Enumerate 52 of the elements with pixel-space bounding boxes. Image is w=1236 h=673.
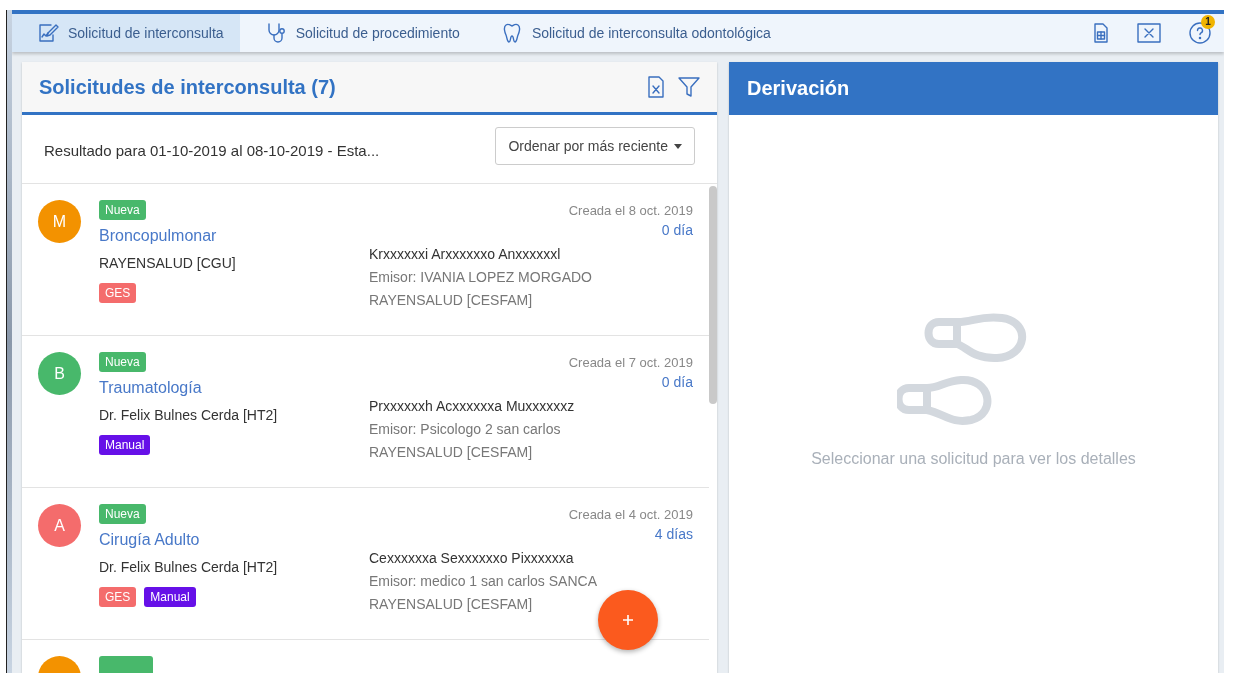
empty-state-message: Seleccionar una solicitud para ver los detalles [811, 450, 1136, 468]
sender-text: Emisor: medico 1 san carlos SANCA [369, 573, 598, 589]
panel-title: Derivación [729, 62, 1218, 115]
status-badge: Nueva [99, 200, 146, 220]
notification-badge: 1 [1201, 15, 1215, 29]
caret-icon [674, 143, 682, 149]
patient-name: Krxxxxxxi Arxxxxxxo Anxxxxxxl [369, 246, 562, 262]
sender-text: Emisor: Psicologo 2 san carlos [369, 421, 562, 437]
status-badge [99, 656, 153, 673]
filter-icon[interactable] [677, 75, 701, 99]
tab[interactable]: Solicitud de interconsulta odontológica [475, 14, 787, 52]
tag: Manual [99, 435, 151, 455]
panel-title: Solicitudes de interconsulta (7) [39, 75, 336, 99]
patient-name: Prxxxxxxh Acxxxxxxa Muxxxxxxz [369, 398, 576, 414]
avatar: M [38, 200, 81, 243]
scrollbar[interactable] [709, 186, 717, 404]
tab[interactable]: Solicitud de interconsulta [12, 14, 240, 52]
status-badge: Nueva [99, 352, 146, 372]
plus-icon [622, 614, 634, 626]
destination-text: RAYENSALUD [CGU] [99, 255, 236, 271]
close-icon[interactable] [1136, 22, 1162, 44]
specialty-link[interactable]: Traumatología [99, 379, 202, 397]
result-summary: Resultado para 01-10-2019 al 08-10-2019 - Esta... [44, 141, 380, 159]
age-text: 0 día [660, 374, 693, 390]
destination-text: Dr. Felix Bulnes Cerda [HT2] [99, 407, 278, 423]
avatar: A [38, 504, 81, 547]
created-date: Creada el 7 oct. 2019 [567, 355, 693, 370]
age-text: 0 día [660, 222, 693, 238]
origin-text: RAYENSALUD [CESFAM] [369, 292, 534, 308]
specialty-link[interactable]: Cirugía Adulto [99, 531, 200, 549]
status-badge: Nueva [99, 504, 146, 524]
tag: Manual [144, 587, 196, 607]
excel-icon[interactable] [647, 75, 665, 99]
avatar: B [38, 352, 81, 395]
sort-dropdown[interactable]: Ordenar por más reciente [495, 127, 695, 165]
patient-name: Cexxxxxxa Sexxxxxxo Pixxxxxxa [369, 550, 575, 566]
sender-text: Emisor: IVANIA LOPEZ MORGADO [369, 269, 593, 285]
document-pen-icon [36, 22, 60, 44]
age-text: 4 días [653, 526, 693, 542]
spreadsheet-icon[interactable] [1092, 22, 1110, 44]
destination-text: Dr. Felix Bulnes Cerda [HT2] [99, 559, 278, 575]
tag: GES [99, 587, 137, 607]
origin-text: RAYENSALUD [CESFAM] [369, 596, 534, 612]
origin-text: RAYENSALUD [CESFAM] [369, 444, 534, 460]
tab[interactable]: Solicitud de procedimiento [239, 14, 476, 52]
request-item[interactable]: B Nueva Traumatología Dr. Felix Bulnes Cerda [HT2] Manual Creada el 7 oct. 2019 0 día Prxxxxxxh Acxxxxxxa Muxxxxxxz Emisor: Psicologo 2 san carlos RAYENSALUD [CESFAM] [22, 336, 709, 488]
tag: GES [99, 283, 137, 303]
add-button[interactable] [598, 590, 658, 650]
created-date: Creada el 4 oct. 2019 [567, 507, 693, 522]
created-date: Creada el 8 oct. 2019 [567, 203, 693, 218]
specialty-link[interactable]: Broncopulmonar [99, 227, 217, 245]
request-item[interactable]: M Nueva Broncopulmonar RAYENSALUD [CGU] GES Creada el 8 oct. 2019 0 día Krxxxxxxi Arxxxxxxo Anxxxxxxl Emisor: IVANIA LOPEZ MORGADO RAYENSALUD [CESFAM] [22, 184, 709, 336]
